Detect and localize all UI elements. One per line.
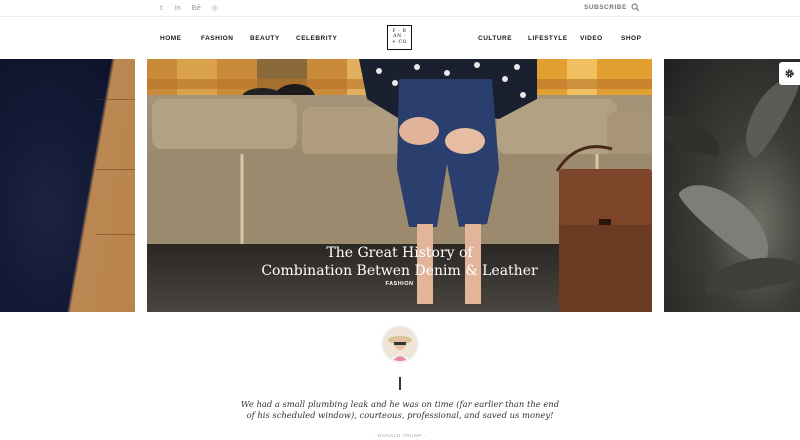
- slide-preview-left[interactable]: [0, 59, 135, 312]
- featured-slide[interactable]: The Great History of Combination Betwen …: [147, 59, 652, 312]
- settings-button[interactable]: [779, 62, 800, 85]
- nav-item-video[interactable]: VIDEO: [580, 35, 603, 42]
- top-bar: 𝕥 in Bē ◎ SUBSCRIBE: [0, 0, 800, 17]
- nav-item-celebrity[interactable]: CELEBRITY: [296, 35, 337, 42]
- nav-item-beauty[interactable]: BEAUTY: [250, 35, 280, 42]
- behance-icon[interactable]: Bē: [192, 4, 201, 12]
- nav-item-culture[interactable]: CULTURE: [478, 35, 512, 42]
- author-photo: [383, 327, 417, 361]
- linkedin-icon[interactable]: in: [174, 4, 180, 12]
- dribbble-icon[interactable]: ◎: [212, 4, 218, 12]
- divider: [399, 377, 401, 390]
- site-logo[interactable]: F · R AN · + CO: [387, 25, 412, 50]
- slide-title-line-2[interactable]: Combination Betwen Denim & Leather: [147, 263, 652, 280]
- search-icon[interactable]: [631, 3, 640, 12]
- nav-item-fashion[interactable]: FASHION: [201, 35, 233, 42]
- slide-category[interactable]: FASHION: [147, 281, 652, 287]
- subscribe-link[interactable]: SUBSCRIBE: [584, 4, 627, 11]
- gear-icon: [785, 69, 794, 78]
- logo-line-3: + CO: [392, 39, 407, 45]
- testimonial-quote: We had a small plumbing leak and he was …: [240, 399, 560, 420]
- social-links: 𝕥 in Bē ◎: [160, 4, 218, 12]
- twitter-icon[interactable]: 𝕥: [160, 4, 163, 12]
- testimonial-author: - DONALD TRUMP -: [373, 434, 427, 439]
- nav-item-home[interactable]: HOME: [160, 35, 182, 42]
- slide-preview-right[interactable]: [664, 59, 800, 312]
- nav-item-lifestyle[interactable]: LIFESTYLE: [528, 35, 568, 42]
- avatar: [381, 325, 419, 363]
- main-nav: HOME FASHION BEAUTY CELEBRITY F · R AN ·…: [0, 17, 800, 59]
- nav-item-shop[interactable]: SHOP: [621, 35, 641, 42]
- slide-title-line-1[interactable]: The Great History of: [147, 245, 652, 262]
